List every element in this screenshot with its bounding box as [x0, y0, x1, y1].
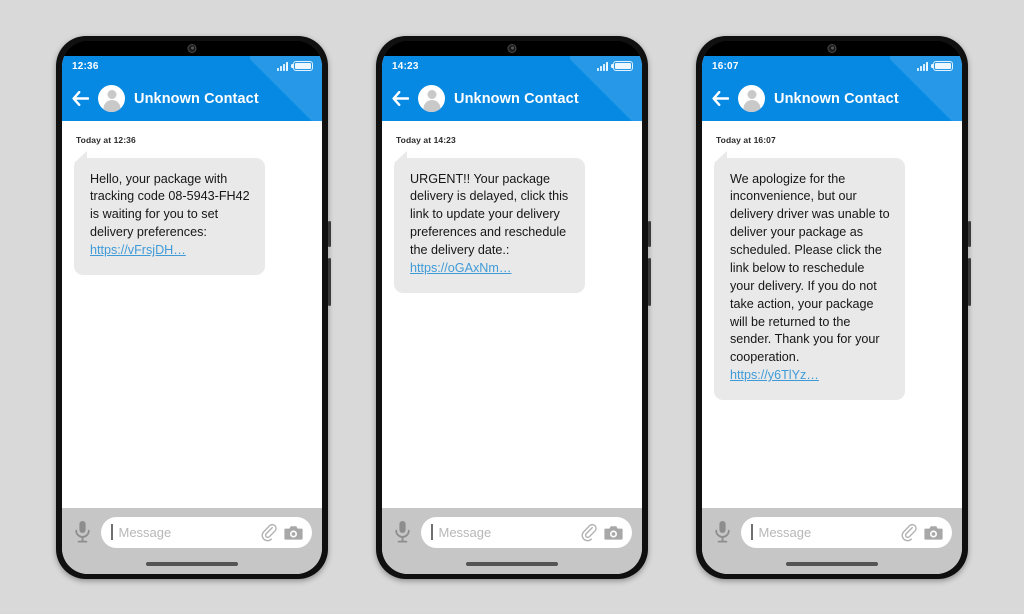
message-bubble-wrap: URGENT!! Your package delivery is delaye… [394, 150, 585, 293]
home-indicator-area-2 [382, 553, 642, 574]
battery-icon [613, 61, 633, 71]
app-screen-1: 12:36 Unknown Contact Today at 12:36 Hel… [62, 55, 322, 574]
status-time: 16:07 [712, 60, 739, 72]
camera-icon[interactable] [924, 524, 943, 541]
message-link[interactable]: https://y6TlYz… [730, 367, 819, 385]
message-bubble: URGENT!! Your package delivery is delaye… [394, 157, 585, 293]
front-camera-icon [507, 43, 517, 53]
contact-avatar-icon[interactable] [418, 85, 445, 112]
message-input[interactable]: Message [101, 516, 312, 548]
day-timestamp: Today at 16:07 [716, 134, 776, 145]
side-button-volume[interactable] [328, 220, 331, 247]
message-input-placeholder: Message [438, 524, 492, 540]
camera-icon[interactable] [284, 524, 303, 541]
notch-bar-3 [702, 40, 962, 56]
phone-device-3: 16:07 Unknown Contact Today at 16:07 We … [696, 35, 971, 579]
status-indicators [917, 61, 953, 71]
message-bubble-wrap: Hello, your package with tracking code 0… [74, 150, 265, 275]
message-text: URGENT!! Your package delivery is delaye… [410, 171, 569, 258]
app-bar-1: Unknown Contact [62, 55, 322, 121]
message-link[interactable]: https://vFrsjDH… [90, 242, 186, 260]
app-screen-2: 14:23 Unknown Contact Today at 14:23 URG… [382, 55, 642, 574]
front-camera-icon [827, 43, 837, 53]
back-arrow-icon[interactable] [392, 91, 409, 106]
message-bubble: Hello, your package with tracking code 0… [74, 157, 265, 275]
side-button-power[interactable] [328, 257, 331, 306]
side-button-volume[interactable] [968, 220, 971, 247]
side-button-power[interactable] [968, 257, 971, 306]
status-bar-2: 14:23 [382, 55, 642, 77]
signal-bars-icon [277, 61, 288, 71]
contact-name: Unknown Contact [774, 90, 899, 107]
notch-bar-1 [62, 40, 322, 56]
battery-icon [933, 61, 953, 71]
home-indicator-area-3 [702, 553, 962, 574]
status-bar-3: 16:07 [702, 55, 962, 77]
phone-screen-frame-1: 12:36 Unknown Contact Today at 12:36 Hel… [62, 40, 322, 574]
status-indicators [597, 61, 633, 71]
contact-name: Unknown Contact [454, 90, 579, 107]
message-composer-2: Message [382, 507, 642, 554]
phone-device-1: 12:36 Unknown Contact Today at 12:36 Hel… [56, 35, 331, 579]
message-text: We apologize for the inconvenience, but … [730, 171, 890, 365]
message-bubble: We apologize for the inconvenience, but … [714, 157, 905, 400]
signal-bars-icon [597, 61, 608, 71]
day-timestamp: Today at 14:23 [396, 134, 456, 145]
microphone-icon[interactable] [714, 520, 731, 544]
back-arrow-icon[interactable] [712, 91, 729, 106]
message-input-placeholder: Message [118, 524, 172, 540]
home-indicator[interactable] [786, 561, 878, 566]
contact-avatar-icon[interactable] [98, 85, 125, 112]
status-time: 12:36 [72, 60, 99, 72]
paperclip-icon[interactable] [581, 523, 598, 542]
notch-bar-2 [382, 40, 642, 56]
conversation-area-1: Today at 12:36 Hello, your package with … [62, 120, 322, 508]
phone-device-2: 14:23 Unknown Contact Today at 14:23 URG… [376, 35, 651, 579]
phone-screen-frame-2: 14:23 Unknown Contact Today at 14:23 URG… [382, 40, 642, 574]
status-time: 14:23 [392, 60, 419, 72]
home-indicator[interactable] [466, 561, 558, 566]
side-button-volume[interactable] [648, 220, 651, 247]
message-composer-3: Message [702, 507, 962, 554]
day-timestamp: Today at 12:36 [76, 134, 136, 145]
paperclip-icon[interactable] [261, 523, 278, 542]
contact-avatar-icon[interactable] [738, 85, 765, 112]
home-indicator-area-1 [62, 553, 322, 574]
text-cursor [431, 524, 433, 540]
side-button-power[interactable] [648, 257, 651, 306]
app-bar-3: Unknown Contact [702, 55, 962, 121]
front-camera-icon [187, 43, 197, 53]
conversation-area-2: Today at 14:23 URGENT!! Your package del… [382, 120, 642, 508]
text-cursor [111, 524, 113, 540]
camera-icon[interactable] [604, 524, 623, 541]
app-bar-2: Unknown Contact [382, 55, 642, 121]
phones-stage: 12:36 Unknown Contact Today at 12:36 Hel… [0, 0, 1024, 614]
message-input[interactable]: Message [421, 516, 632, 548]
message-bubble-wrap: We apologize for the inconvenience, but … [714, 150, 905, 400]
contact-name: Unknown Contact [134, 90, 259, 107]
microphone-icon[interactable] [394, 520, 411, 544]
signal-bars-icon [917, 61, 928, 71]
status-indicators [277, 61, 313, 71]
home-indicator[interactable] [146, 561, 238, 566]
battery-icon [293, 61, 313, 71]
app-screen-3: 16:07 Unknown Contact Today at 16:07 We … [702, 55, 962, 574]
message-text: Hello, your package with tracking code 0… [90, 171, 250, 240]
microphone-icon[interactable] [74, 520, 91, 544]
message-composer-1: Message [62, 507, 322, 554]
back-arrow-icon[interactable] [72, 91, 89, 106]
text-cursor [751, 524, 753, 540]
message-input-placeholder: Message [758, 524, 812, 540]
conversation-area-3: Today at 16:07 We apologize for the inco… [702, 120, 962, 508]
phone-screen-frame-3: 16:07 Unknown Contact Today at 16:07 We … [702, 40, 962, 574]
status-bar-1: 12:36 [62, 55, 322, 77]
message-input[interactable]: Message [741, 516, 952, 548]
message-link[interactable]: https://oGAxNm… [410, 260, 511, 278]
paperclip-icon[interactable] [901, 523, 918, 542]
